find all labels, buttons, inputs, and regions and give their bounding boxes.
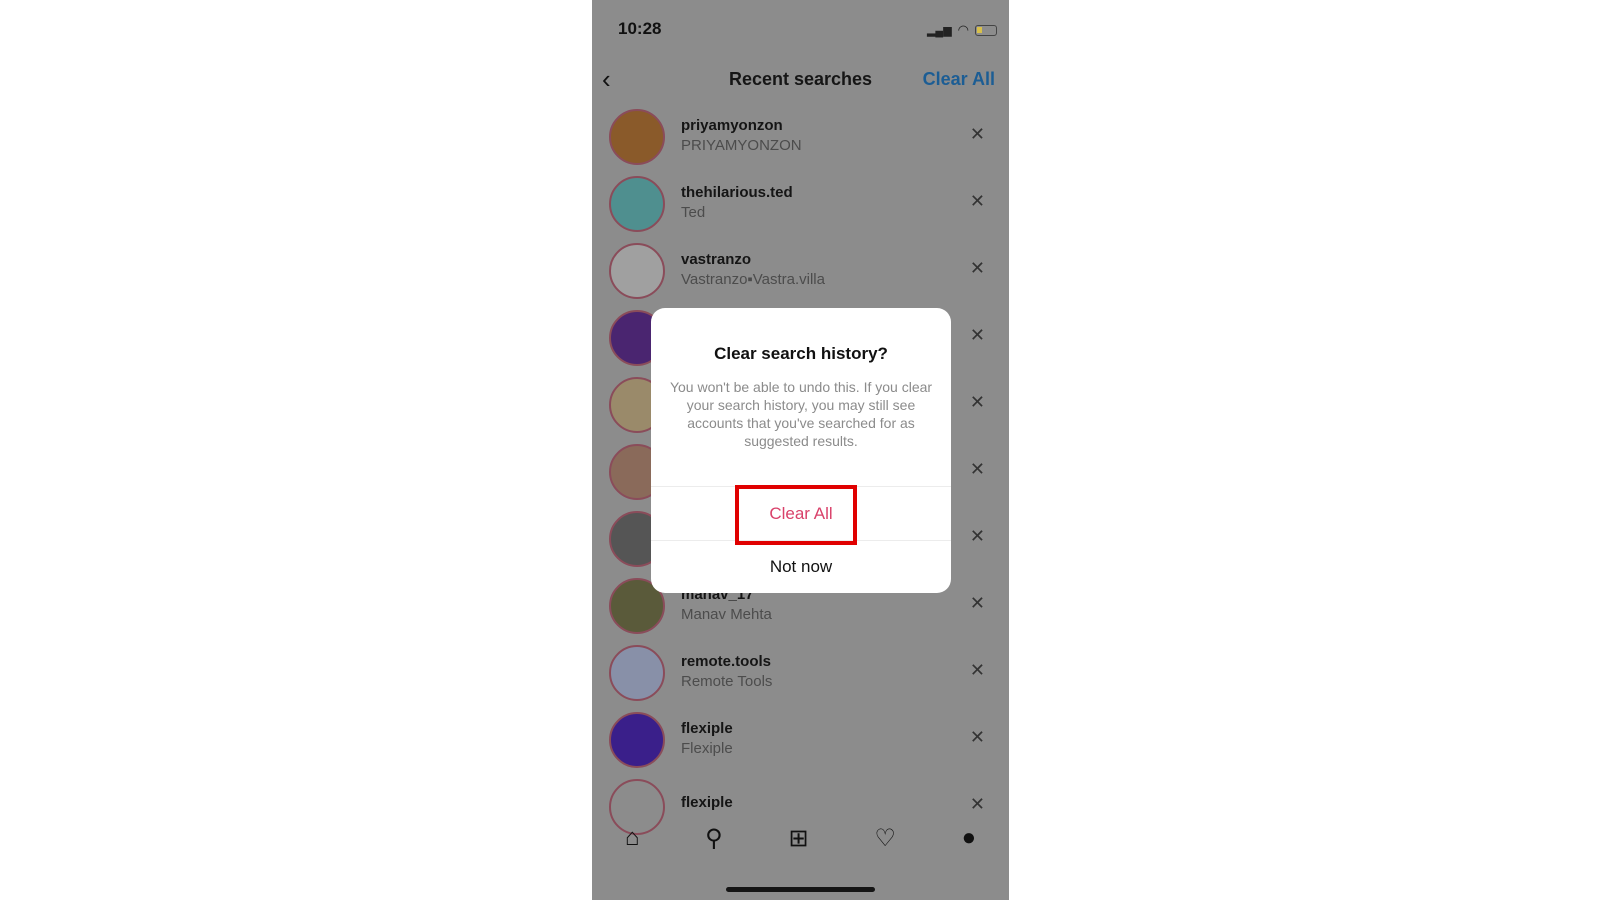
home-icon[interactable]: ⌂ bbox=[625, 824, 640, 852]
full-name: Remote Tools bbox=[681, 673, 773, 690]
remove-icon[interactable]: ✕ bbox=[970, 526, 985, 547]
heart-icon[interactable]: ♡ bbox=[874, 824, 896, 853]
list-item[interactable]: priyamyonzon PRIYAMYONZON ✕ bbox=[592, 104, 1009, 171]
battery-icon bbox=[975, 24, 997, 36]
status-time: 10:28 bbox=[618, 19, 662, 38]
username: remote.tools bbox=[681, 653, 772, 670]
remove-icon[interactable]: ✕ bbox=[970, 727, 985, 748]
avatar bbox=[609, 712, 665, 768]
highlight-box bbox=[735, 485, 857, 545]
full-name: Manav Mehta bbox=[681, 606, 772, 623]
avatar bbox=[609, 176, 665, 232]
list-item[interactable]: flexiple Flexiple ✕ bbox=[592, 707, 1009, 774]
list-item[interactable]: remote.tools Remote Tools ✕ bbox=[592, 640, 1009, 707]
dialog-title: Clear search history? bbox=[714, 344, 888, 363]
status-icons: ▂▄▆ ◠ bbox=[927, 22, 997, 38]
avatar bbox=[609, 109, 665, 165]
home-indicator bbox=[726, 887, 875, 892]
dialog-body: You won't be able to undo this. If you c… bbox=[669, 379, 933, 449]
search-icon[interactable]: ⚲ bbox=[705, 824, 723, 853]
add-post-icon[interactable]: ⊞ bbox=[788, 824, 808, 853]
remove-icon[interactable]: ✕ bbox=[970, 258, 985, 279]
avatar bbox=[609, 645, 665, 701]
clear-history-dialog: Clear search history? You won't be able … bbox=[651, 308, 951, 593]
remove-icon[interactable]: ✕ bbox=[970, 124, 985, 145]
remove-icon[interactable]: ✕ bbox=[970, 392, 985, 413]
clear-all-link[interactable]: Clear All bbox=[923, 69, 995, 90]
remove-icon[interactable]: ✕ bbox=[970, 660, 985, 681]
tab-bar: ⌂ ⚲ ⊞ ♡ ● bbox=[592, 818, 1009, 858]
username: vastranzo bbox=[681, 251, 752, 268]
remove-icon[interactable]: ✕ bbox=[970, 325, 985, 346]
not-now-button[interactable]: Not now bbox=[651, 557, 951, 577]
remove-icon[interactable]: ✕ bbox=[970, 459, 985, 480]
signal-icon: ▂▄▆ bbox=[926, 24, 952, 37]
full-name: Vastranzo▪Vastra.villa bbox=[681, 271, 825, 288]
username: flexiple bbox=[681, 794, 733, 811]
remove-icon[interactable]: ✕ bbox=[970, 593, 985, 614]
avatar bbox=[609, 243, 665, 299]
wifi-icon: ◠ bbox=[957, 22, 969, 37]
list-item[interactable]: thehilarious.ted Ted ✕ bbox=[592, 171, 1009, 238]
full-name: Flexiple bbox=[681, 740, 733, 757]
profile-icon[interactable]: ● bbox=[962, 824, 977, 852]
remove-icon[interactable]: ✕ bbox=[970, 191, 985, 212]
username: priyamyonzon bbox=[681, 117, 783, 134]
header: ‹ Recent searches Clear All bbox=[592, 60, 1009, 100]
username: flexiple bbox=[681, 720, 733, 737]
full-name: PRIYAMYONZON bbox=[681, 137, 802, 154]
full-name: Ted bbox=[681, 204, 706, 221]
remove-icon[interactable]: ✕ bbox=[970, 794, 985, 815]
list-item[interactable]: vastranzo Vastranzo▪Vastra.villa ✕ bbox=[592, 238, 1009, 305]
username: thehilarious.ted bbox=[681, 184, 793, 201]
